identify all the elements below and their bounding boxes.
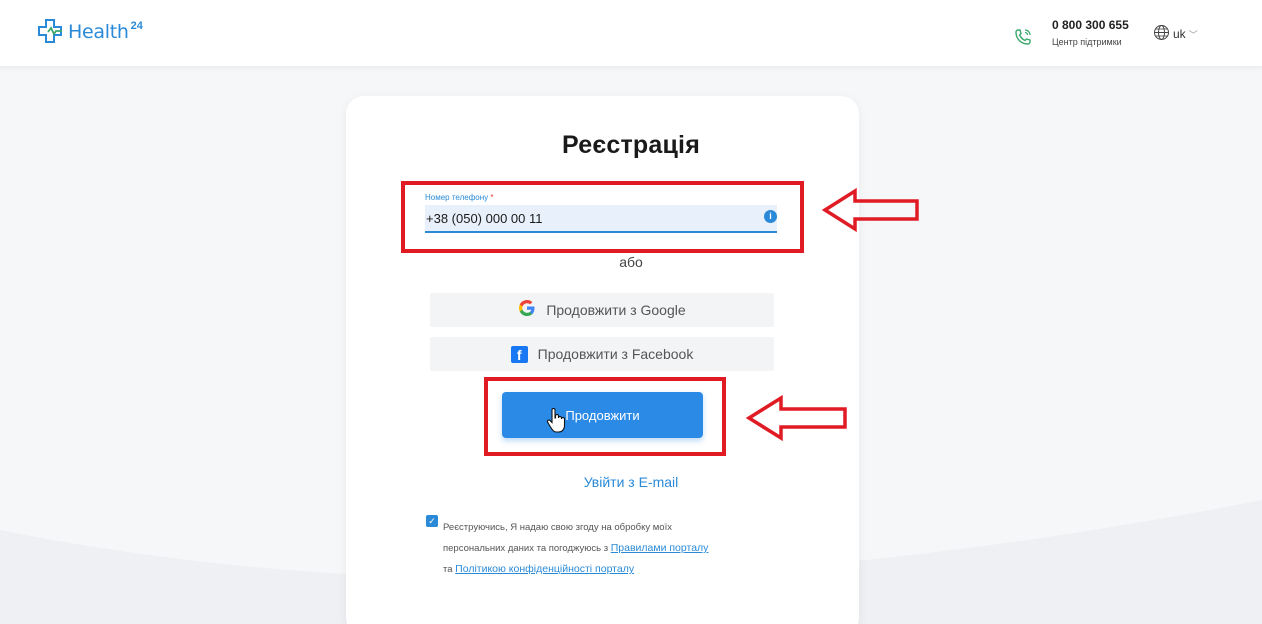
logo-superscript: 24 — [130, 20, 143, 32]
consent-line-2: персональних даних та погоджуюсь з — [443, 543, 609, 554]
annotation-box-phone — [401, 181, 804, 253]
checkmark-icon: ✓ — [428, 516, 436, 526]
support-contact[interactable]: 0 800 300 655 Центр підтримки — [1052, 18, 1129, 47]
consent-checkbox[interactable]: ✓ — [426, 515, 438, 527]
or-divider: або — [619, 254, 643, 270]
medical-cross-logo-icon — [38, 18, 64, 44]
logo[interactable]: Health 24 — [38, 18, 143, 44]
rules-link[interactable]: Правилами порталу — [611, 542, 709, 554]
chevron-down-icon: ﹀ — [1188, 29, 1198, 40]
globe-icon — [1153, 24, 1170, 44]
logo-text: Health — [68, 21, 129, 43]
phone-call-icon[interactable] — [1014, 28, 1032, 51]
language-label: uk — [1173, 27, 1186, 41]
page-title: Реєстрація — [562, 131, 700, 159]
facebook-login-button[interactable]: f Продовжити з Facebook — [430, 337, 774, 371]
google-login-button[interactable]: Продовжити з Google — [430, 293, 774, 327]
email-login-link[interactable]: Увійти з E-mail — [0, 474, 1262, 490]
consent-line-3: та — [443, 564, 453, 575]
google-button-label: Продовжити з Google — [546, 302, 686, 318]
language-selector[interactable]: uk ﹀ — [1153, 24, 1198, 44]
annotation-box-continue — [484, 377, 726, 456]
annotation-arrow-phone — [821, 187, 919, 233]
support-phone[interactable]: 0 800 300 655 — [1052, 18, 1129, 32]
annotation-arrow-continue — [745, 394, 847, 442]
support-label: Центр підтримки — [1052, 37, 1122, 47]
facebook-button-label: Продовжити з Facebook — [537, 346, 694, 362]
consent-text: Реєструючись, Я надаю свою згоду на обро… — [443, 517, 788, 580]
consent-line-1: Реєструючись, Я надаю свою згоду на обро… — [443, 522, 672, 533]
privacy-link[interactable]: Політикою конфіденційності порталу — [455, 563, 634, 575]
facebook-icon: f — [510, 345, 528, 363]
top-header: Health 24 0 800 300 655 Центр підтримки … — [0, 0, 1262, 66]
header-divider — [0, 66, 1262, 72]
google-icon — [518, 299, 536, 322]
